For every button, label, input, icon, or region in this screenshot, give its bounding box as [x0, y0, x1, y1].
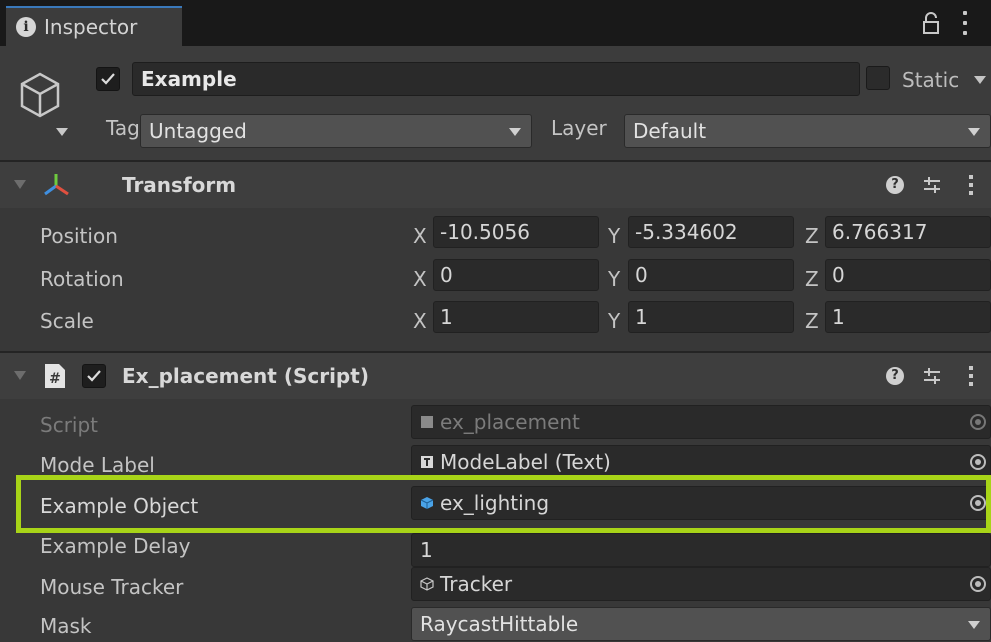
axis-z-label[interactable]: Z	[805, 267, 819, 291]
static-label: Static	[902, 68, 960, 92]
script-label: Script	[40, 413, 99, 437]
tab-inspector[interactable]: i Inspector	[6, 6, 182, 46]
tag-label: Tag	[106, 116, 140, 140]
help-icon[interactable]: ?	[886, 176, 904, 194]
highlight-box	[16, 475, 991, 533]
transform-icon	[44, 174, 69, 196]
example-delay-value: 1	[420, 538, 433, 562]
mask-value: RaycastHittable	[420, 612, 579, 636]
mode-label-value: ModeLabel (Text)	[440, 450, 611, 474]
more-options-icon[interactable]	[962, 11, 968, 35]
mask-label: Mask	[40, 614, 92, 638]
foldout-arrow-icon[interactable]	[14, 371, 26, 380]
layer-value: Default	[633, 119, 707, 143]
presets-icon[interactable]	[922, 175, 942, 195]
check-icon	[101, 73, 115, 85]
transform-header[interactable]: Transform ?	[0, 162, 991, 208]
check-icon	[87, 370, 101, 382]
gameobject-header: Example Static Tag Untagged Layer Defaul…	[0, 46, 991, 160]
csharp-script-icon: #	[45, 364, 65, 388]
axis-x-label[interactable]: X	[413, 224, 427, 248]
mouse-tracker-value: Tracker	[440, 572, 513, 596]
script-component-header[interactable]: # Ex_placement (Script) ?	[0, 353, 991, 399]
chevron-down-icon	[968, 621, 980, 629]
object-picker-icon	[970, 414, 986, 430]
scale-y-input[interactable]: 1	[628, 301, 794, 333]
axis-x-label[interactable]: X	[413, 309, 427, 333]
lock-icon[interactable]	[922, 12, 940, 34]
mode-label-field[interactable]: ModeLabel (Text)	[411, 445, 991, 479]
script-value: ex_placement	[440, 410, 580, 434]
rotation-x-input[interactable]: 0	[433, 259, 599, 291]
object-picker-icon[interactable]	[970, 454, 986, 470]
transform-title: Transform	[122, 173, 237, 197]
info-icon: i	[16, 17, 36, 37]
axis-y-label[interactable]: Y	[608, 224, 620, 248]
mask-dropdown[interactable]: RaycastHittable	[411, 607, 991, 641]
position-label: Position	[40, 224, 118, 248]
rotation-z-input[interactable]: 0	[825, 259, 991, 291]
axis-z-label[interactable]: Z	[805, 309, 819, 333]
mouse-tracker-field[interactable]: Tracker	[411, 567, 991, 601]
mode-label-label: Mode Label	[40, 453, 155, 477]
script-enabled-checkbox[interactable]	[82, 364, 106, 388]
scale-label: Scale	[40, 309, 94, 333]
axis-x-label[interactable]: X	[413, 267, 427, 291]
axis-z-label[interactable]: Z	[805, 224, 819, 248]
layer-dropdown[interactable]: Default	[624, 114, 991, 148]
help-icon[interactable]: ?	[886, 367, 904, 385]
chevron-down-icon	[509, 128, 521, 136]
active-checkbox[interactable]	[96, 67, 120, 91]
scale-z-input[interactable]: 1	[825, 301, 991, 333]
layer-label: Layer	[551, 116, 607, 140]
script-component-title: Ex_placement (Script)	[122, 364, 369, 388]
position-y-input[interactable]: -5.334602	[628, 216, 794, 248]
mouse-tracker-label: Mouse Tracker	[40, 575, 184, 599]
position-x-input[interactable]: -10.5056	[433, 216, 599, 248]
tag-value: Untagged	[149, 119, 247, 143]
component-menu-icon[interactable]	[969, 175, 973, 195]
tab-bar: i Inspector	[0, 0, 991, 46]
example-delay-label: Example Delay	[40, 534, 191, 558]
tab-inspector-label: Inspector	[44, 15, 138, 39]
gameobject-cube-icon[interactable]	[16, 68, 72, 144]
script-field: ex_placement	[411, 405, 991, 439]
chevron-down-icon	[968, 128, 980, 136]
static-checkbox[interactable]	[866, 66, 890, 90]
svg-text:#: #	[49, 371, 61, 387]
gameobject-cube-icon	[420, 577, 434, 591]
axis-y-label[interactable]: Y	[608, 309, 620, 333]
rotation-label: Rotation	[40, 267, 124, 291]
axis-y-label[interactable]: Y	[608, 267, 620, 291]
text-component-icon	[421, 456, 433, 468]
example-delay-input[interactable]: 1	[411, 533, 991, 567]
object-picker-icon[interactable]	[970, 576, 986, 592]
csharp-script-icon	[421, 416, 433, 428]
static-dropdown-arrow-icon[interactable]	[974, 76, 986, 84]
component-menu-icon[interactable]	[969, 366, 973, 386]
presets-icon[interactable]	[922, 366, 942, 386]
rotation-y-input[interactable]: 0	[628, 259, 794, 291]
foldout-arrow-icon[interactable]	[14, 180, 26, 189]
gameobject-name-input[interactable]: Example	[132, 62, 860, 96]
tag-dropdown[interactable]: Untagged	[140, 114, 532, 148]
position-z-input[interactable]: 6.766317	[825, 216, 991, 248]
scale-x-input[interactable]: 1	[433, 301, 599, 333]
